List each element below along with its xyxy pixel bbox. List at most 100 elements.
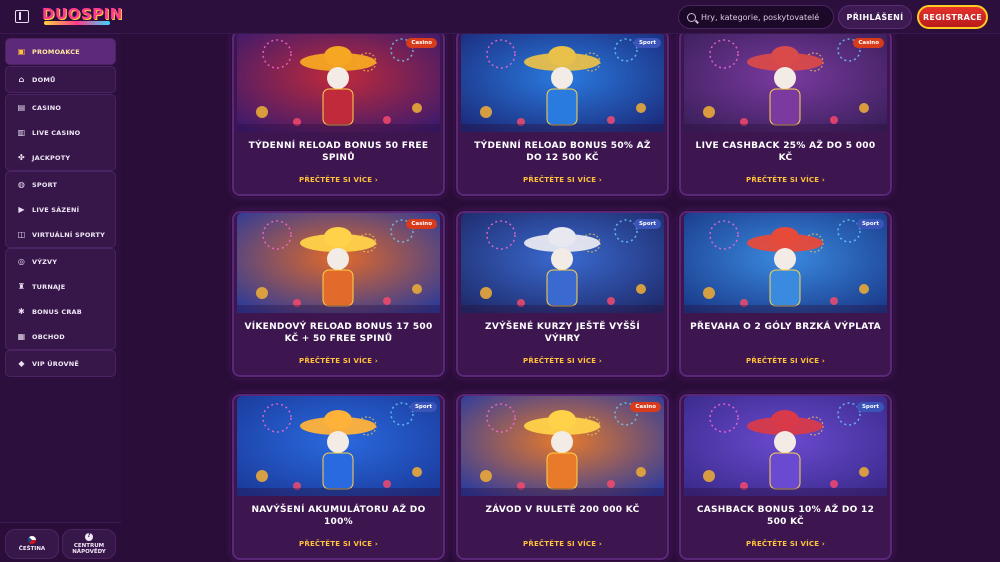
promo-title: ZÁVOD V RULETĚ 200 000 KČ — [485, 505, 640, 515]
category-badge: Casino — [853, 38, 884, 48]
search-input[interactable] — [701, 12, 827, 22]
sidebar-group: ◎ VÝZVY ♜ TURNAJE ✱ BONUS CRAB ▦ OBCHOD — [5, 248, 116, 350]
promo-image[interactable] — [461, 34, 664, 132]
promo-card[interactable]: Casino ZÁVOD V RULETĚ 200 000 KČ PŘEČTĚTE … — [456, 394, 669, 560]
diamond-icon: ◆ — [18, 359, 25, 368]
category-badge: Casino — [406, 38, 437, 48]
czech-flag-icon — [28, 535, 36, 544]
promo-title: VÍKENDOVÝ RELOAD BONUS 17 500 KČ + 50 FR… — [244, 322, 433, 344]
login-button[interactable]: PŘIHLÁŠENÍ — [838, 5, 912, 29]
category-badge: Sport — [633, 219, 661, 229]
sidebar-item-label: TURNAJE — [32, 282, 66, 291]
language-label: ČEŠTINA — [18, 545, 46, 552]
sidebar-item-live-casino[interactable]: ▥ LIVE CASINO — [6, 120, 115, 145]
promo-image[interactable] — [684, 213, 887, 313]
sidebar-group: ⌂ DOMŮ — [5, 66, 116, 93]
help-center-button[interactable]: ? CENTRUM NÁPOVĚDY — [62, 529, 116, 559]
read-more-link[interactable]: PŘEČTĚTE SI VÍCE › — [458, 540, 667, 548]
sidebar-group: ◍ SPORT ▶ LIVE SÁZENÍ ◫ VIRTUÁLNÍ SPORTY — [5, 171, 116, 248]
promo-title: TÝDENNÍ RELOAD BONUS 50 FREE SPINŮ — [248, 141, 429, 163]
sidebar-item-jackpoty[interactable]: ✤ JACKPOTY — [6, 145, 115, 170]
clover-icon: ✤ — [18, 153, 25, 162]
sidebar-item-sport[interactable]: ◍ SPORT — [6, 172, 115, 197]
promo-card[interactable]: Casino LIVE CASHBACK 25% AŽ DO 5 000 KČ PŘ… — [679, 34, 892, 196]
trophy-icon: ♜ — [17, 282, 26, 291]
category-badge: Sport — [856, 219, 884, 229]
sidebar-item-výzvy[interactable]: ◎ VÝZVY — [6, 249, 115, 274]
read-more-link[interactable]: PŘEČTĚTE SI VÍCE › — [234, 357, 443, 365]
sidebar-toggle-icon[interactable] — [15, 10, 29, 23]
sidebar-item-vip-úrovně[interactable]: ◆ VIP ÚROVNĚ — [6, 351, 115, 376]
category-badge: Sport — [856, 402, 884, 412]
sidebar-item-label: OBCHOD — [32, 332, 65, 341]
cart-icon: ▦ — [17, 332, 26, 341]
sidebar-footer: ČEŠTINA ? CENTRUM NÁPOVĚDY — [0, 522, 121, 562]
promo-title: LIVE CASHBACK 25% AŽ DO 5 000 KČ — [695, 141, 876, 163]
category-badge: Casino — [406, 219, 437, 229]
top-header: DUOSPIN PŘIHLÁŠENÍ REGISTRACE — [0, 0, 1000, 34]
sidebar-item-label: BONUS CRAB — [32, 307, 82, 316]
promo-card[interactable]: Sport CASHBACK BONUS 10% AŽ DO 12 500 KČ P… — [679, 394, 892, 560]
target-icon: ◎ — [17, 257, 26, 266]
promo-image[interactable] — [684, 396, 887, 496]
read-more-link[interactable]: PŘEČTĚTE SI VÍCE › — [681, 540, 890, 548]
sidebar-item-casino[interactable]: ▤ CASINO — [6, 95, 115, 120]
promo-card[interactable]: Sport TÝDENNÍ RELOAD BONUS 50% AŽ DO 12 5… — [456, 34, 669, 196]
promo-card[interactable]: Sport ZVÝŠENÉ KURZY JEŠTĚ VYŠŠÍ VÝHRY PŘEČ… — [456, 211, 669, 377]
promo-image[interactable] — [461, 213, 664, 313]
promo-title: CASHBACK BONUS 10% AŽ DO 12 500 KČ — [696, 505, 875, 527]
logo-underline — [44, 21, 110, 25]
sidebar-item-label: VÝZVY — [32, 257, 58, 266]
help-label-line2: NÁPOVĚDY — [72, 549, 106, 555]
sidebar-item-live-sázení[interactable]: ▶ LIVE SÁZENÍ — [6, 197, 115, 222]
sidebar-item-label: SPORT — [32, 180, 58, 189]
sidebar-group: ▣ PROMOAKCE — [5, 38, 116, 65]
sidebar-item-turnaje[interactable]: ♜ TURNAJE — [6, 274, 115, 299]
sidebar-group: ▤ CASINO ▥ LIVE CASINO ✤ JACKPOTY — [5, 94, 116, 171]
category-badge: Casino — [630, 402, 661, 412]
promo-image[interactable] — [237, 396, 440, 496]
sidebar-item-virtuální-sporty[interactable]: ◫ VIRTUÁLNÍ SPORTY — [6, 222, 115, 247]
sidebar: ▣ PROMOAKCE ⌂ DOMŮ ▤ CASINO ▥ LIVE CASINO ✤ JACKP… — [0, 34, 121, 562]
help-icon: ? — [85, 532, 93, 541]
sidebar-item-promoakce[interactable]: ▣ PROMOAKCE — [6, 39, 115, 64]
sidebar-item-label: LIVE SÁZENÍ — [32, 205, 80, 214]
promo-title: TÝDENNÍ RELOAD BONUS 50% AŽ DO 12 500 KČ — [474, 141, 651, 163]
sidebar-item-label: VIRTUÁLNÍ SPORTY — [32, 230, 105, 239]
promotions-grid: Casino TÝDENNÍ RELOAD BONUS 50 FREE SPINŮ… — [121, 34, 1000, 562]
slot-machine-icon: ▤ — [17, 103, 26, 112]
promo-image[interactable] — [237, 34, 440, 132]
search-box[interactable] — [678, 5, 834, 29]
category-badge: Sport — [409, 402, 437, 412]
sidebar-item-label: VIP ÚROVNĚ — [32, 359, 80, 368]
register-button[interactable]: REGISTRACE — [917, 5, 988, 29]
play-icon: ▶ — [18, 205, 25, 214]
language-button[interactable]: ČEŠTINA — [5, 529, 59, 559]
sidebar-item-obchod[interactable]: ▦ OBCHOD — [6, 324, 115, 349]
read-more-link[interactable]: PŘEČTĚTE SI VÍCE › — [458, 176, 667, 184]
sidebar-item-domů[interactable]: ⌂ DOMŮ — [6, 67, 115, 92]
sidebar-item-label: LIVE CASINO — [32, 128, 81, 137]
promo-card[interactable]: Casino VÍKENDOVÝ RELOAD BONUS 17 500 KČ +… — [232, 211, 445, 377]
category-badge: Sport — [633, 38, 661, 48]
promo-card[interactable]: Sport PŘEVAHA O 2 GÓLY BRZKÁ VÝPLATA PŘEČT… — [679, 211, 892, 377]
sidebar-item-label: DOMŮ — [32, 75, 56, 84]
promo-card[interactable]: Sport NAVÝŠENÍ AKUMULÁTORU AŽ DO 100% PŘEČ… — [232, 394, 445, 560]
read-more-link[interactable]: PŘEČTĚTE SI VÍCE › — [234, 540, 443, 548]
read-more-link[interactable]: PŘEČTĚTE SI VÍCE › — [681, 176, 890, 184]
sidebar-item-bonus-crab[interactable]: ✱ BONUS CRAB — [6, 299, 115, 324]
promo-title: ZVÝŠENÉ KURZY JEŠTĚ VYŠŠÍ VÝHRY — [485, 322, 640, 344]
crab-icon: ✱ — [18, 307, 25, 316]
promo-title: NAVÝŠENÍ AKUMULÁTORU AŽ DO 100% — [251, 505, 426, 527]
read-more-link[interactable]: PŘEČTĚTE SI VÍCE › — [458, 357, 667, 365]
gamepad-icon: ◫ — [17, 230, 26, 239]
promo-card[interactable]: Casino TÝDENNÍ RELOAD BONUS 50 FREE SPINŮ… — [232, 34, 445, 196]
ball-icon: ◍ — [17, 180, 26, 189]
gift-icon: ▣ — [17, 47, 26, 56]
sidebar-group: ◆ VIP ÚROVNĚ — [5, 350, 116, 377]
sidebar-item-label: PROMOAKCE — [32, 47, 80, 56]
read-more-link[interactable]: PŘEČTĚTE SI VÍCE › — [234, 176, 443, 184]
promo-image[interactable] — [684, 34, 887, 132]
promo-title: PŘEVAHA O 2 GÓLY BRZKÁ VÝPLATA — [690, 322, 881, 332]
read-more-link[interactable]: PŘEČTĚTE SI VÍCE › — [681, 357, 890, 365]
